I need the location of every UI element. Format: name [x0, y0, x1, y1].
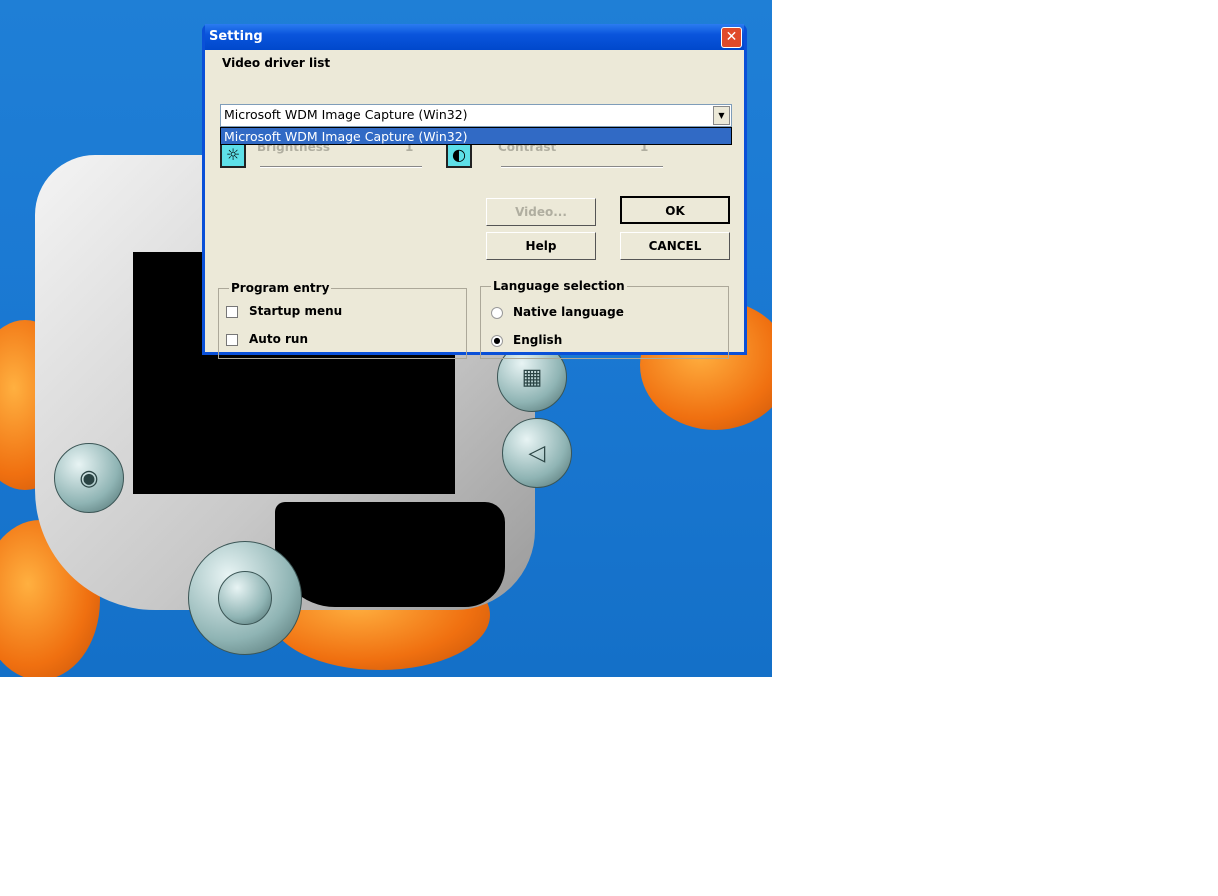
video-driver-label: Video driver list — [222, 56, 331, 70]
chevron-down-icon[interactable]: ▼ — [713, 106, 730, 125]
startup-menu-label: Startup menu — [249, 304, 343, 318]
english-radio[interactable]: ● — [491, 335, 503, 347]
brightness-slider[interactable] — [260, 166, 422, 168]
cancel-button[interactable]: CANCEL — [620, 232, 730, 260]
direction-pad[interactable] — [188, 541, 302, 655]
video-camera-icon[interactable]: ◁ — [502, 418, 572, 488]
english-label: English — [513, 333, 563, 347]
dialog-title: Setting — [205, 24, 744, 50]
video-driver-value: Microsoft WDM Image Capture (Win32) — [224, 107, 468, 122]
help-button[interactable]: Help — [486, 232, 596, 260]
program-entry-label: Program entry — [229, 281, 332, 295]
secondary-display — [275, 502, 505, 607]
auto-run-label: Auto run — [249, 332, 308, 346]
native-language-radio[interactable] — [491, 307, 503, 319]
startup-menu-checkbox[interactable] — [226, 306, 238, 318]
contrast-icon: ◐ — [446, 142, 472, 168]
program-entry-group — [218, 288, 467, 359]
video-button[interactable]: Video... — [486, 198, 596, 226]
close-icon[interactable]: ✕ — [721, 27, 742, 48]
brightness-icon: ☼ — [220, 142, 246, 168]
ok-button[interactable]: OK — [620, 196, 730, 224]
video-driver-select[interactable]: Microsoft WDM Image Capture (Win32) ▼ — [220, 104, 732, 127]
camera-icon[interactable]: ◉ — [54, 443, 124, 513]
native-language-label: Native language — [513, 305, 624, 319]
language-selection-group — [480, 286, 729, 359]
language-selection-label: Language selection — [491, 279, 627, 293]
auto-run-checkbox[interactable] — [226, 334, 238, 346]
dropdown-option[interactable]: Microsoft WDM Image Capture (Win32) — [220, 127, 732, 145]
contrast-slider[interactable] — [501, 166, 663, 168]
settings-dialog: Setting ✕ Video driver list ☼ Brightness… — [202, 24, 747, 359]
center-button[interactable] — [218, 571, 272, 625]
